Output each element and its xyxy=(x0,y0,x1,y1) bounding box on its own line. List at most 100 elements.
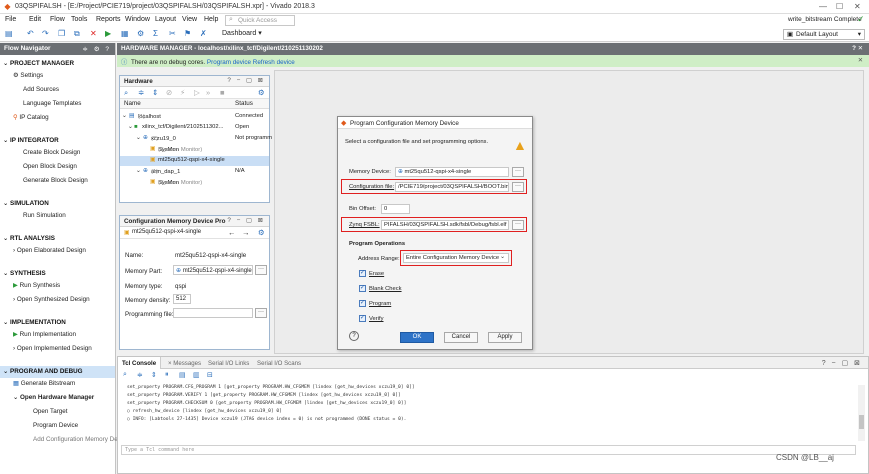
apply-button[interactable]: Apply xyxy=(488,332,522,343)
section-program-and-debug[interactable]: ⌄ PROGRAM AND DEBUG xyxy=(3,368,83,375)
collapse-all-icon[interactable]: ≑ xyxy=(138,88,144,97)
tree-row-sysmon[interactable]: ▣ SysMon (System Monitor) xyxy=(120,145,269,155)
ok-button[interactable]: OK xyxy=(400,332,434,343)
panel-controls-icon[interactable]: ? − ▢ ⊠ xyxy=(227,77,265,84)
menu-tools[interactable]: Tools xyxy=(71,16,87,23)
layout-select[interactable]: ▣ Default Layout ▾ xyxy=(783,29,865,40)
nav-generate-block-design[interactable]: Generate Block Design xyxy=(23,177,88,184)
panel-controls-icon[interactable]: ? − ▢ ⊠ xyxy=(822,359,862,367)
tree-row-sysmon-2[interactable]: ▣ SysMon (System Monitor) xyxy=(120,178,269,188)
sigma-icon[interactable]: Σ xyxy=(153,29,158,38)
tab-serial-io-scans[interactable]: Serial I/O Scans xyxy=(253,357,305,369)
wand-icon[interactable]: ✗ xyxy=(200,29,207,38)
menu-flow[interactable]: Flow xyxy=(50,16,65,23)
nav-generate-bitstream[interactable]: ▦ Generate Bitstream xyxy=(13,380,75,387)
memory-device-browse-button[interactable]: ··· xyxy=(512,167,524,177)
connect-icon[interactable]: ⊘ xyxy=(166,88,172,97)
tab-messages[interactable]: × Messages xyxy=(164,357,205,369)
nav-program-device[interactable]: Program Device xyxy=(33,422,78,429)
play-icon[interactable]: ▷ xyxy=(194,88,200,97)
help-icon[interactable]: ? ✕ xyxy=(852,45,863,52)
nav-run-synthesis[interactable]: ▶ Run Synthesis xyxy=(13,282,60,289)
flow-navigator-header-icons[interactable]: ≑ ⚙ ? xyxy=(82,45,111,53)
gear-icon[interactable]: ⚙ xyxy=(258,228,265,237)
close-window-icon[interactable]: ✕ xyxy=(854,2,861,11)
quick-access-search[interactable]: ⌕ Quick Access xyxy=(225,15,295,26)
refresh-device-link[interactable]: Refresh device xyxy=(253,59,295,66)
section-simulation[interactable]: ⌄ SIMULATION xyxy=(3,200,49,207)
verify-checkbox[interactable]: ✓ xyxy=(359,315,366,322)
gear-icon[interactable]: ⚙ xyxy=(258,88,265,97)
close-icon[interactable]: ✕ xyxy=(858,57,863,64)
forward-icon[interactable]: → xyxy=(242,228,250,237)
nav-open-block-design[interactable]: Open Block Design xyxy=(23,163,77,170)
memory-part-field[interactable]: ⊕ mt25qu512-qspi-x4-single xyxy=(173,265,253,275)
delete-icon[interactable]: ⧉ xyxy=(74,29,80,39)
nav-open-elaborated-design[interactable]: › Open Elaborated Design xyxy=(13,247,86,254)
menu-layout[interactable]: Layout xyxy=(155,16,176,23)
nav-run-implementation[interactable]: ▶ Run Implementation xyxy=(13,331,76,338)
tab-serial-io-links[interactable]: Serial I/O Links xyxy=(204,357,253,369)
fast-forward-icon[interactable]: » xyxy=(206,88,210,97)
cancel-button[interactable]: Cancel xyxy=(444,332,478,343)
clear-icon[interactable]: ▥ xyxy=(193,371,200,379)
console-scrollbar[interactable] xyxy=(858,385,865,441)
nav-open-synthesized-design[interactable]: › Open Synthesized Design xyxy=(13,296,90,303)
delete-icon[interactable]: ⊟ xyxy=(207,371,213,379)
back-icon[interactable]: ← xyxy=(228,228,236,237)
zynq-fsbl-browse-button[interactable]: ··· xyxy=(512,220,524,230)
programming-file-browse-button[interactable]: ··· xyxy=(255,308,267,318)
tab-tcl-console[interactable]: Tcl Console xyxy=(118,357,162,369)
new-project-icon[interactable]: ▤ xyxy=(5,29,13,38)
filter-icon[interactable]: ▤ xyxy=(179,371,186,379)
tree-row-xczu19[interactable]: ⌄ ⊕ xczu19_0 (2) Not programm xyxy=(120,134,272,144)
pin-icon[interactable]: ⚑ xyxy=(184,29,191,38)
tree-row-jtag-target[interactable]: ⌄ ■ xilinx_tcf/Digilent/2102511302... Op… xyxy=(120,123,269,133)
cut-icon[interactable]: ✂ xyxy=(169,29,176,38)
run-icon[interactable]: ▶ xyxy=(105,29,111,38)
config-file-browse-button[interactable]: ··· xyxy=(512,182,524,192)
menu-edit[interactable]: Edit xyxy=(29,16,41,23)
nav-settings[interactable]: ⚙ Settings xyxy=(13,72,43,79)
search-icon[interactable]: ⌕ xyxy=(123,371,127,379)
menu-file[interactable]: File xyxy=(5,16,16,23)
tree-row-localhost[interactable]: ⌄ ▤ localhost (1) Connected xyxy=(120,112,269,122)
menu-reports[interactable]: Reports xyxy=(96,16,121,23)
zynq-fsbl-input[interactable]: PIFALSH/03QSPIFALSH.sdk/fsbl/Debug/fsbl.… xyxy=(381,220,509,230)
memory-part-browse-button[interactable]: ··· xyxy=(255,265,267,275)
nav-run-simulation[interactable]: Run Simulation xyxy=(23,212,66,219)
copy-icon[interactable]: ❐ xyxy=(58,29,65,38)
minimize-icon[interactable]: — xyxy=(819,2,827,11)
programming-file-field[interactable] xyxy=(173,308,253,318)
section-synthesis[interactable]: ⌄ SYNTHESIS xyxy=(3,270,46,277)
program-device-link[interactable]: Program device xyxy=(207,59,251,66)
redo-icon[interactable]: ↷ xyxy=(42,29,49,38)
expand-icon[interactable]: ⇕ xyxy=(151,371,157,379)
search-icon[interactable]: ⌕ xyxy=(124,88,128,98)
nav-open-implemented-design[interactable]: › Open Implemented Design xyxy=(13,345,92,352)
panel-controls-icon[interactable]: ? − ▢ ⊠ xyxy=(227,217,265,224)
nav-create-block-design[interactable]: Create Block Design xyxy=(23,149,80,156)
section-implementation[interactable]: ⌄ IMPLEMENTATION xyxy=(3,319,66,326)
program-checkbox[interactable]: ✓ xyxy=(359,300,366,307)
tree-row-arm-dap[interactable]: ⌄ ⊕ arm_dap_1 (1) N/A xyxy=(120,167,269,177)
nav-open-target[interactable]: Open Target xyxy=(33,408,68,415)
nav-add-configuration-memory-device[interactable]: Add Configuration Memory Devi xyxy=(33,436,122,443)
tree-row-cfgmem[interactable]: ▣ mt25qu512-qspi-x4-single xyxy=(120,156,269,166)
nav-open-hardware-manager[interactable]: ⌄ Open Hardware Manager xyxy=(13,394,94,401)
bin-offset-input[interactable]: 0 xyxy=(381,204,410,214)
config-file-input[interactable]: /PCIE719/project/03QSPIFALSH/BOOT.bin xyxy=(395,182,509,192)
section-ip-integrator[interactable]: ⌄ IP INTEGRATOR xyxy=(3,137,59,144)
nav-ip-catalog[interactable]: ⚲ IP Catalog xyxy=(13,114,49,121)
help-icon[interactable]: ? xyxy=(349,331,359,341)
nav-add-sources[interactable]: Add Sources xyxy=(23,86,59,93)
scrollbar-thumb[interactable] xyxy=(859,415,864,429)
section-project-manager[interactable]: ⌄ PROJECT MANAGER xyxy=(3,60,74,67)
pause-icon[interactable]: ⏸ xyxy=(165,371,169,379)
disconnect-icon[interactable]: ⚡ xyxy=(180,88,185,97)
menu-window[interactable]: Window xyxy=(125,16,150,23)
blank-check-checkbox[interactable]: ✓ xyxy=(359,285,366,292)
erase-checkbox[interactable]: ✓ xyxy=(359,270,366,277)
menu-help[interactable]: Help xyxy=(204,16,218,23)
expand-all-icon[interactable]: ⇕ xyxy=(152,88,158,97)
